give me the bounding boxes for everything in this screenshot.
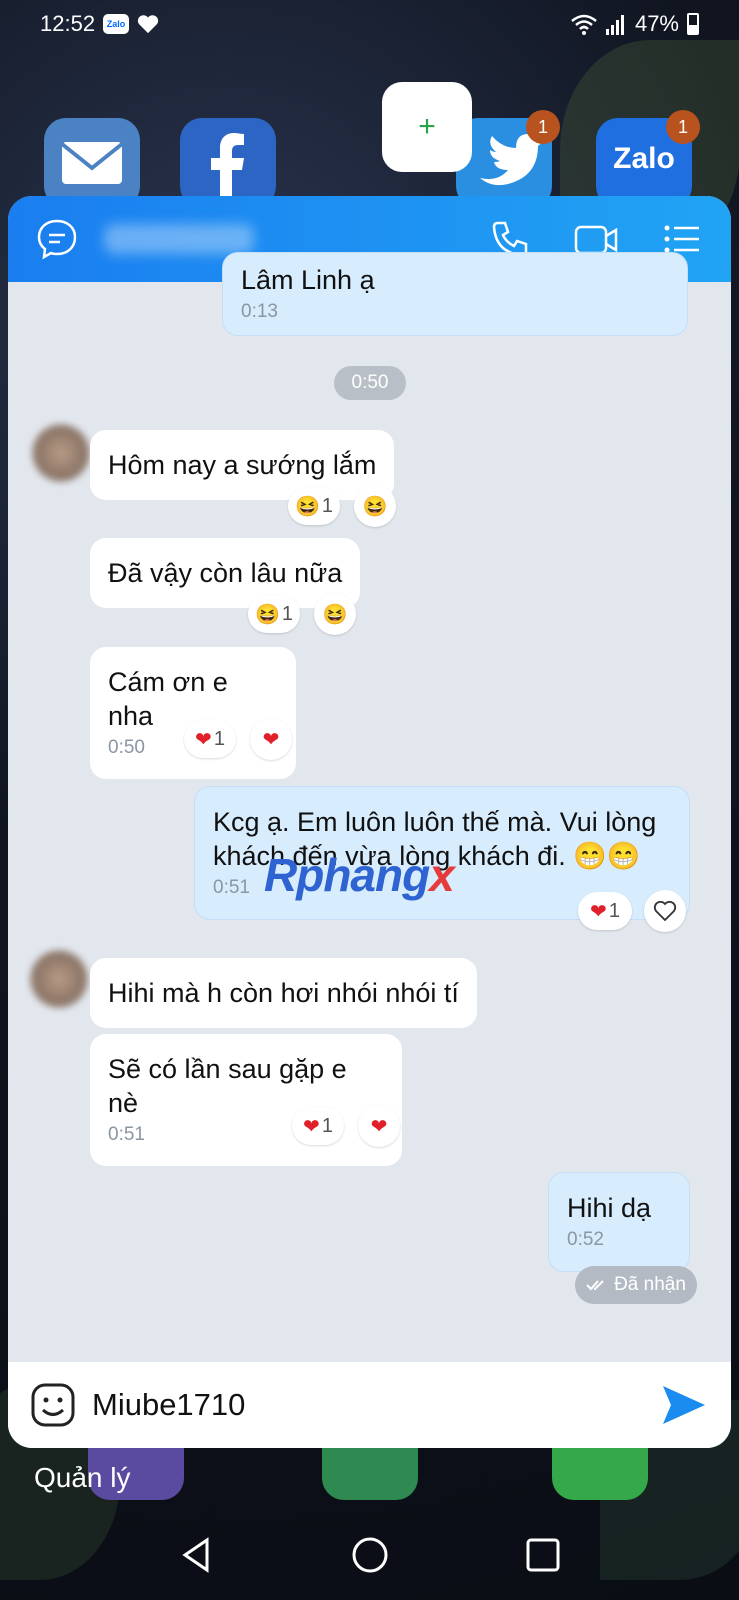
facebook-app-icon[interactable]	[180, 118, 276, 208]
heart-outline-icon	[653, 900, 677, 922]
battery-percent: 47%	[634, 11, 679, 36]
sticker-icon[interactable]	[30, 1382, 76, 1428]
message-time: 0:13	[241, 301, 278, 322]
message-text: Lâm Linh ạ	[241, 265, 375, 295]
message-incoming[interactable]: Sẽ có lần sau gặp e nè 0:51	[90, 1034, 402, 1166]
message-list[interactable]: Lâm Linh ạ 0:13 0:50 Hôm nay a sướng lắm…	[8, 252, 731, 1362]
contact-avatar[interactable]	[28, 948, 90, 1010]
react-button[interactable]: ❤	[250, 718, 292, 760]
reaction-summary[interactable]: ❤ 1	[292, 1107, 344, 1145]
heart-notification-icon	[137, 15, 159, 34]
reaction-count: 1	[281, 602, 294, 625]
heart-emoji-icon: ❤	[590, 900, 607, 923]
reaction-summary[interactable]: 😆 1	[248, 595, 300, 633]
navigation-bar	[0, 1510, 739, 1600]
reaction-count: 1	[321, 494, 334, 517]
message-text: Hôm nay a sướng lắm	[108, 450, 377, 480]
message-incoming[interactable]: Hihi mà h còn hơi nhói nhói tí	[90, 958, 477, 1028]
dock-app-icon[interactable]	[322, 1448, 418, 1500]
home-app-row: 1 Zalo 1	[0, 110, 739, 208]
heart-emoji-icon: ❤	[303, 1115, 320, 1138]
message-incoming[interactable]: Hôm nay a sướng lắm	[90, 430, 395, 500]
recent-apps-icon[interactable]	[523, 1535, 563, 1575]
zalo-app-label: Zalo	[613, 142, 675, 175]
reaction-count: 1	[213, 727, 225, 750]
facebook-icon	[211, 133, 244, 208]
signal-icon	[605, 15, 624, 35]
mail-app-icon[interactable]	[44, 118, 140, 208]
message-text: Sẽ có lần sau gặp e nè	[108, 1054, 347, 1118]
home-icon[interactable]	[350, 1535, 390, 1575]
clock: 12:52	[40, 11, 96, 36]
react-button[interactable]: 😆	[314, 593, 356, 635]
message-composer	[8, 1362, 731, 1448]
message-text: Hihi mà h còn hơi nhói nhói tí	[108, 978, 459, 1008]
message-text: Hihi dạ	[567, 1193, 652, 1223]
react-button[interactable]: 😆	[354, 485, 396, 527]
delivery-status: Đã nhận	[575, 1266, 697, 1304]
chat-bubble-icon[interactable]	[34, 216, 80, 262]
laugh-emoji-icon: 😆	[254, 603, 280, 626]
manage-label[interactable]: Quản lý	[34, 1462, 131, 1494]
contact-avatar[interactable]	[30, 422, 92, 484]
message-incoming[interactable]: Đã vậy còn lâu nữa	[90, 538, 361, 608]
dock-app-icon[interactable]	[552, 1448, 648, 1500]
send-icon[interactable]	[659, 1380, 709, 1430]
react-button[interactable]	[644, 890, 686, 932]
status-bar: 12:52 Zalo 47%	[0, 0, 739, 48]
zalo-app-icon[interactable]: Zalo 1	[596, 110, 700, 208]
laugh-emoji-icon: 😆	[362, 495, 388, 518]
heart-emoji-icon: ❤	[195, 728, 212, 751]
contact-name-redacted	[104, 224, 254, 254]
wifi-icon	[571, 14, 597, 35]
reaction-summary[interactable]: 😆 1	[288, 487, 340, 525]
notification-badge: 1	[666, 110, 700, 144]
back-icon[interactable]	[177, 1535, 217, 1575]
chat-bubble-window: Lâm Linh ạ 0:13 0:50 Hôm nay a sướng lắm…	[8, 196, 731, 1448]
message-outgoing[interactable]: Hihi dạ 0:52	[548, 1172, 690, 1272]
message-input[interactable]	[92, 1387, 612, 1423]
message-outgoing[interactable]: Lâm Linh ạ 0:13	[222, 252, 688, 336]
double-check-icon	[586, 1280, 604, 1291]
add-shortcut-button[interactable]: +	[382, 82, 472, 172]
laugh-emoji-icon: 😆	[294, 495, 320, 518]
envelope-icon	[60, 142, 124, 184]
notification-badge: 1	[526, 110, 560, 144]
message-time: 0:52	[567, 1229, 604, 1250]
react-button[interactable]: ❤	[358, 1105, 400, 1147]
battery-icon	[687, 13, 699, 35]
zalo-notification-icon: Zalo	[103, 14, 130, 34]
heart-emoji-icon: ❤	[370, 1115, 388, 1138]
reaction-count: 1	[321, 1114, 333, 1137]
laugh-emoji-icon: 😆	[322, 603, 348, 626]
message-text: Đã vậy còn lâu nữa	[108, 558, 343, 588]
watermark: Rphangx	[264, 849, 455, 901]
reaction-count: 1	[608, 899, 620, 922]
reaction-summary[interactable]: ❤ 1	[184, 720, 236, 758]
heart-emoji-icon: ❤	[262, 728, 280, 751]
reaction-summary[interactable]: ❤ 1	[578, 892, 632, 930]
time-divider: 0:50	[334, 366, 406, 400]
